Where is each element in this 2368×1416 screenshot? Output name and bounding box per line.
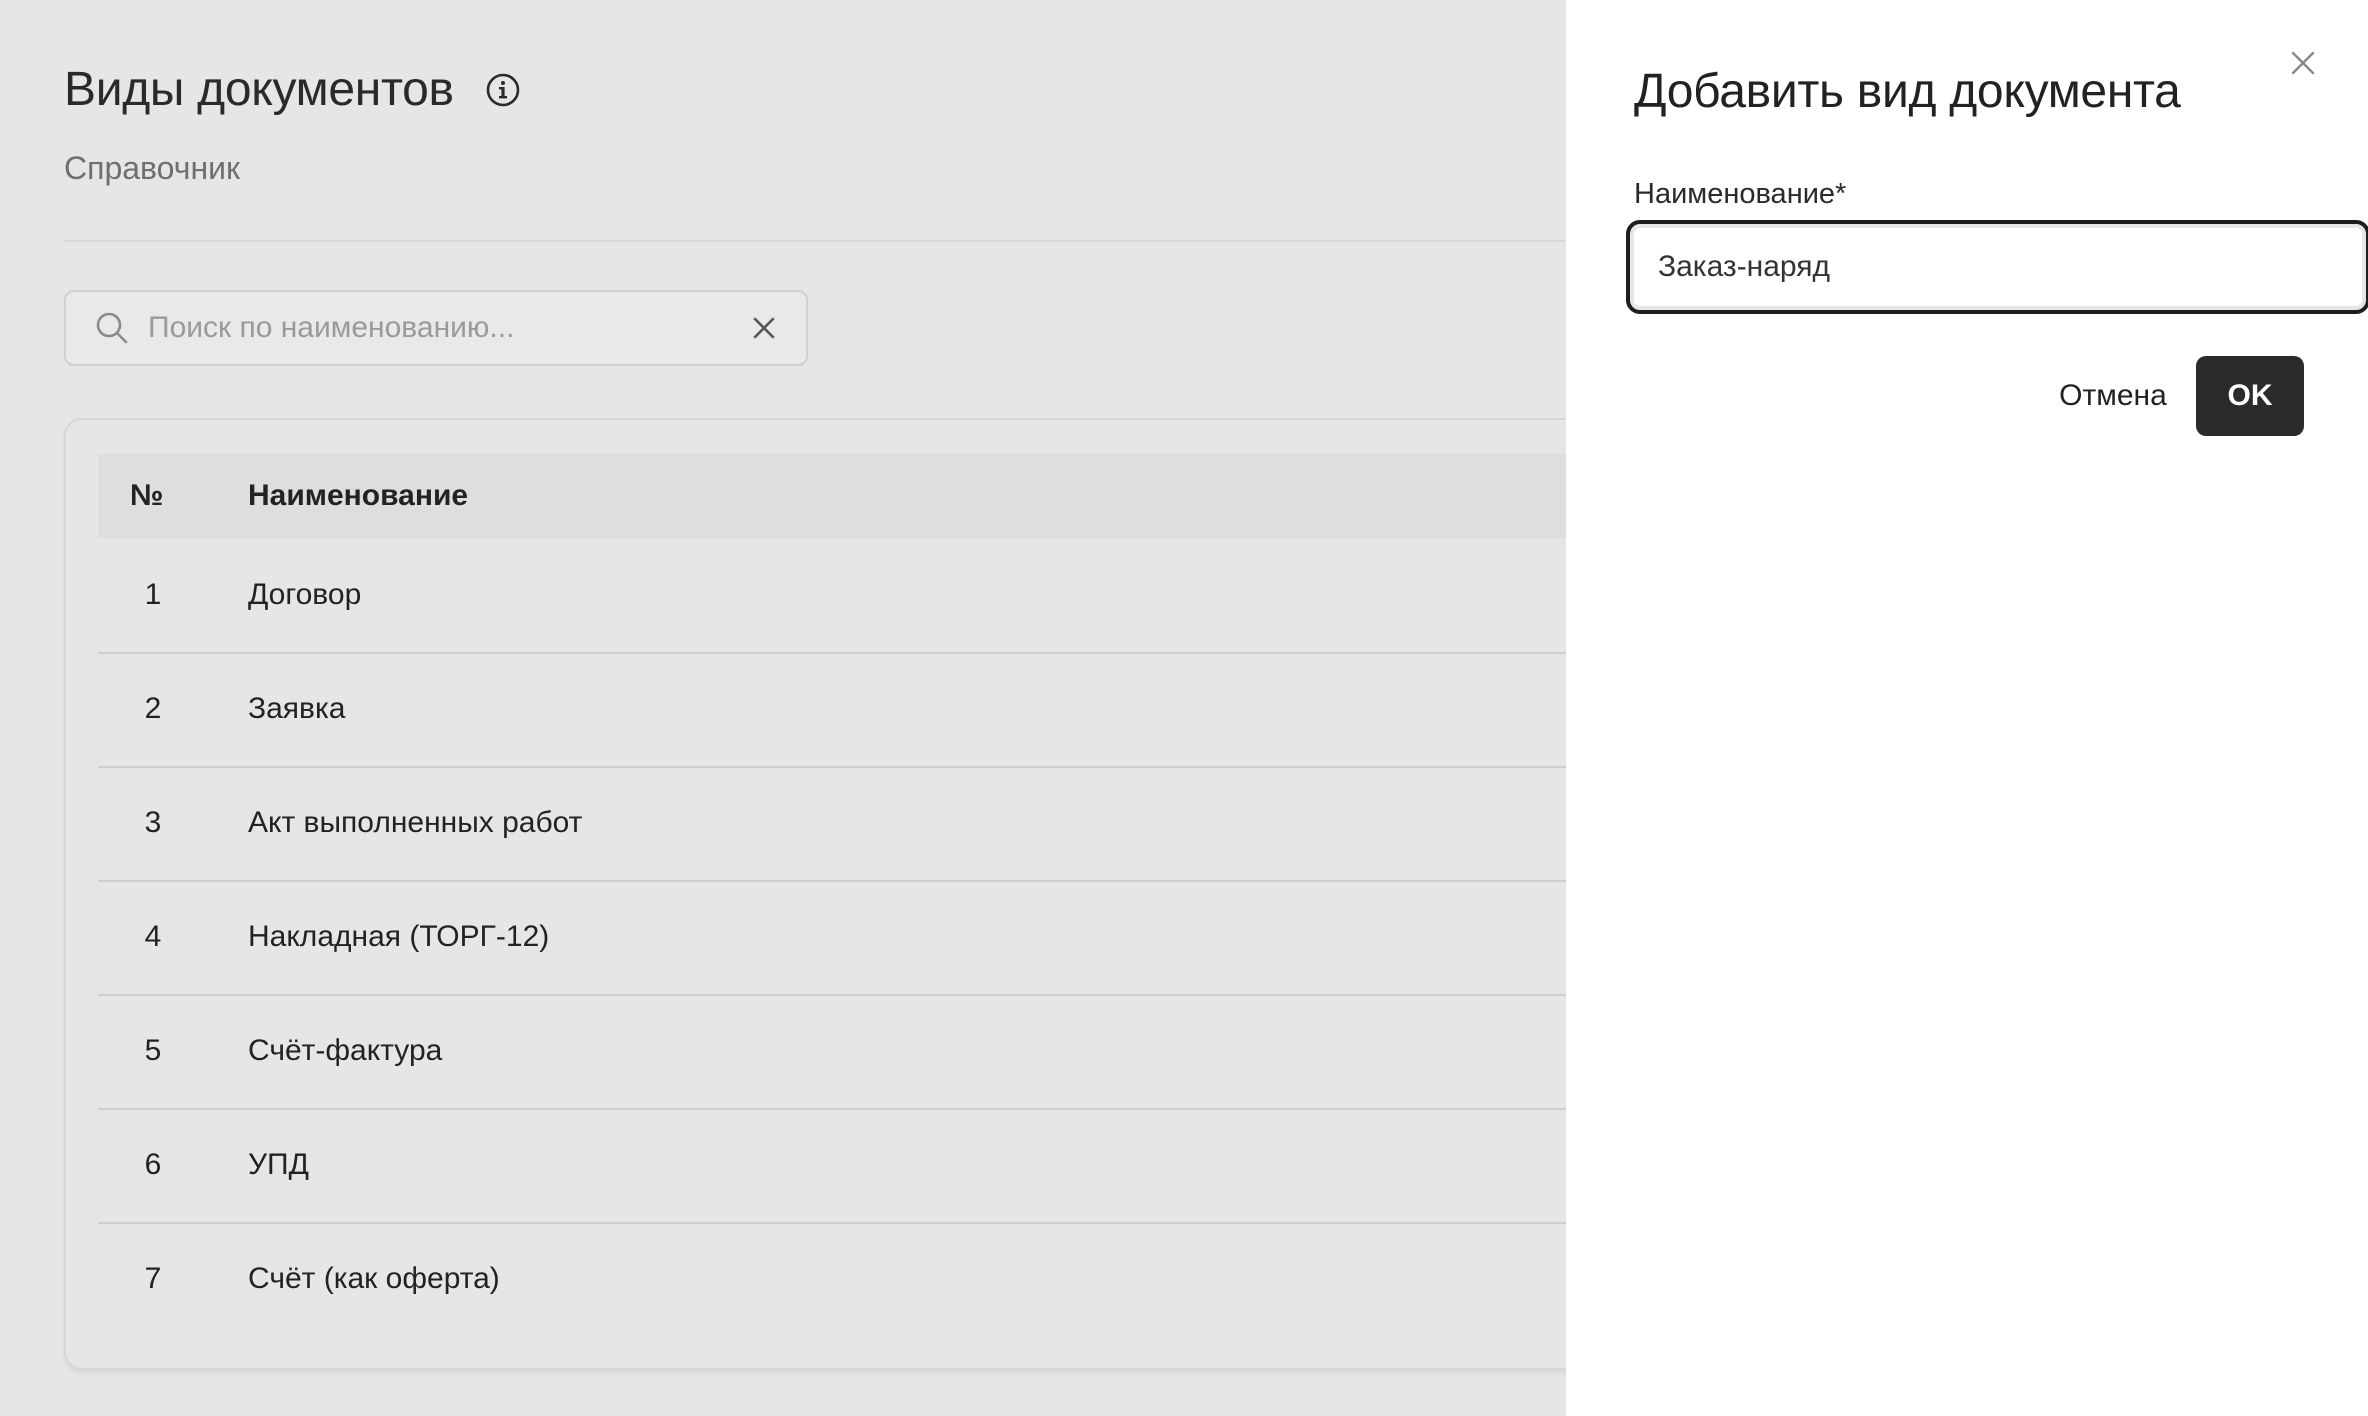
ok-button[interactable]: OK [2196,356,2304,436]
row-number: 1 [144,578,162,611]
table-row[interactable]: 3 Акт выполненных работ [98,766,1658,880]
search-box[interactable] [64,290,808,366]
table-row[interactable]: 2 Заявка [98,652,1658,766]
column-header-number[interactable]: № [98,479,248,513]
name-field-label: Наименование* [1634,178,1847,210]
title-row: Виды документов [64,62,522,117]
row-number: 3 [144,806,162,839]
row-name: Счёт (как оферта) [248,1262,500,1295]
row-number: 7 [144,1262,162,1295]
header-divider [64,240,1584,242]
row-name: Заявка [248,692,346,725]
close-icon[interactable] [2290,50,2316,76]
document-types-table: № Наименование 1 Договор 2 Заявка 3 Акт … [64,418,1664,1370]
row-number: 4 [144,920,162,953]
table-row[interactable]: 5 Счёт-фактура [98,994,1658,1108]
panel-title: Добавить вид документа [1634,65,2181,118]
row-name: УПД [248,1148,309,1181]
table-header: № Наименование [98,454,1658,538]
row-name: Договор [248,578,362,611]
row-name: Накладная (ТОРГ-12) [248,920,550,953]
info-icon[interactable] [484,71,522,109]
page-subtitle: Справочник [64,150,240,186]
add-document-type-panel: Добавить вид документа Наименование* Отм… [1566,0,2368,1416]
column-header-name[interactable]: Наименование [248,479,1658,513]
table-row[interactable]: 7 Счёт (как оферта) [98,1222,1658,1336]
row-number: 2 [144,692,162,725]
page-title: Виды документов [64,63,454,116]
row-name: Акт выполненных работ [248,806,583,839]
clear-search-icon[interactable] [750,314,778,342]
row-name: Счёт-фактура [248,1034,443,1067]
table-row[interactable]: 4 Накладная (ТОРГ-12) [98,880,1658,994]
table-row[interactable]: 1 Договор [98,538,1658,652]
row-number: 6 [144,1148,162,1181]
name-field[interactable] [1626,220,2368,314]
search-input[interactable] [148,311,750,345]
cancel-button[interactable]: Отмена [2024,356,2202,436]
search-icon [94,310,130,346]
table-row[interactable]: 6 УПД [98,1108,1658,1222]
row-number: 5 [144,1034,162,1067]
